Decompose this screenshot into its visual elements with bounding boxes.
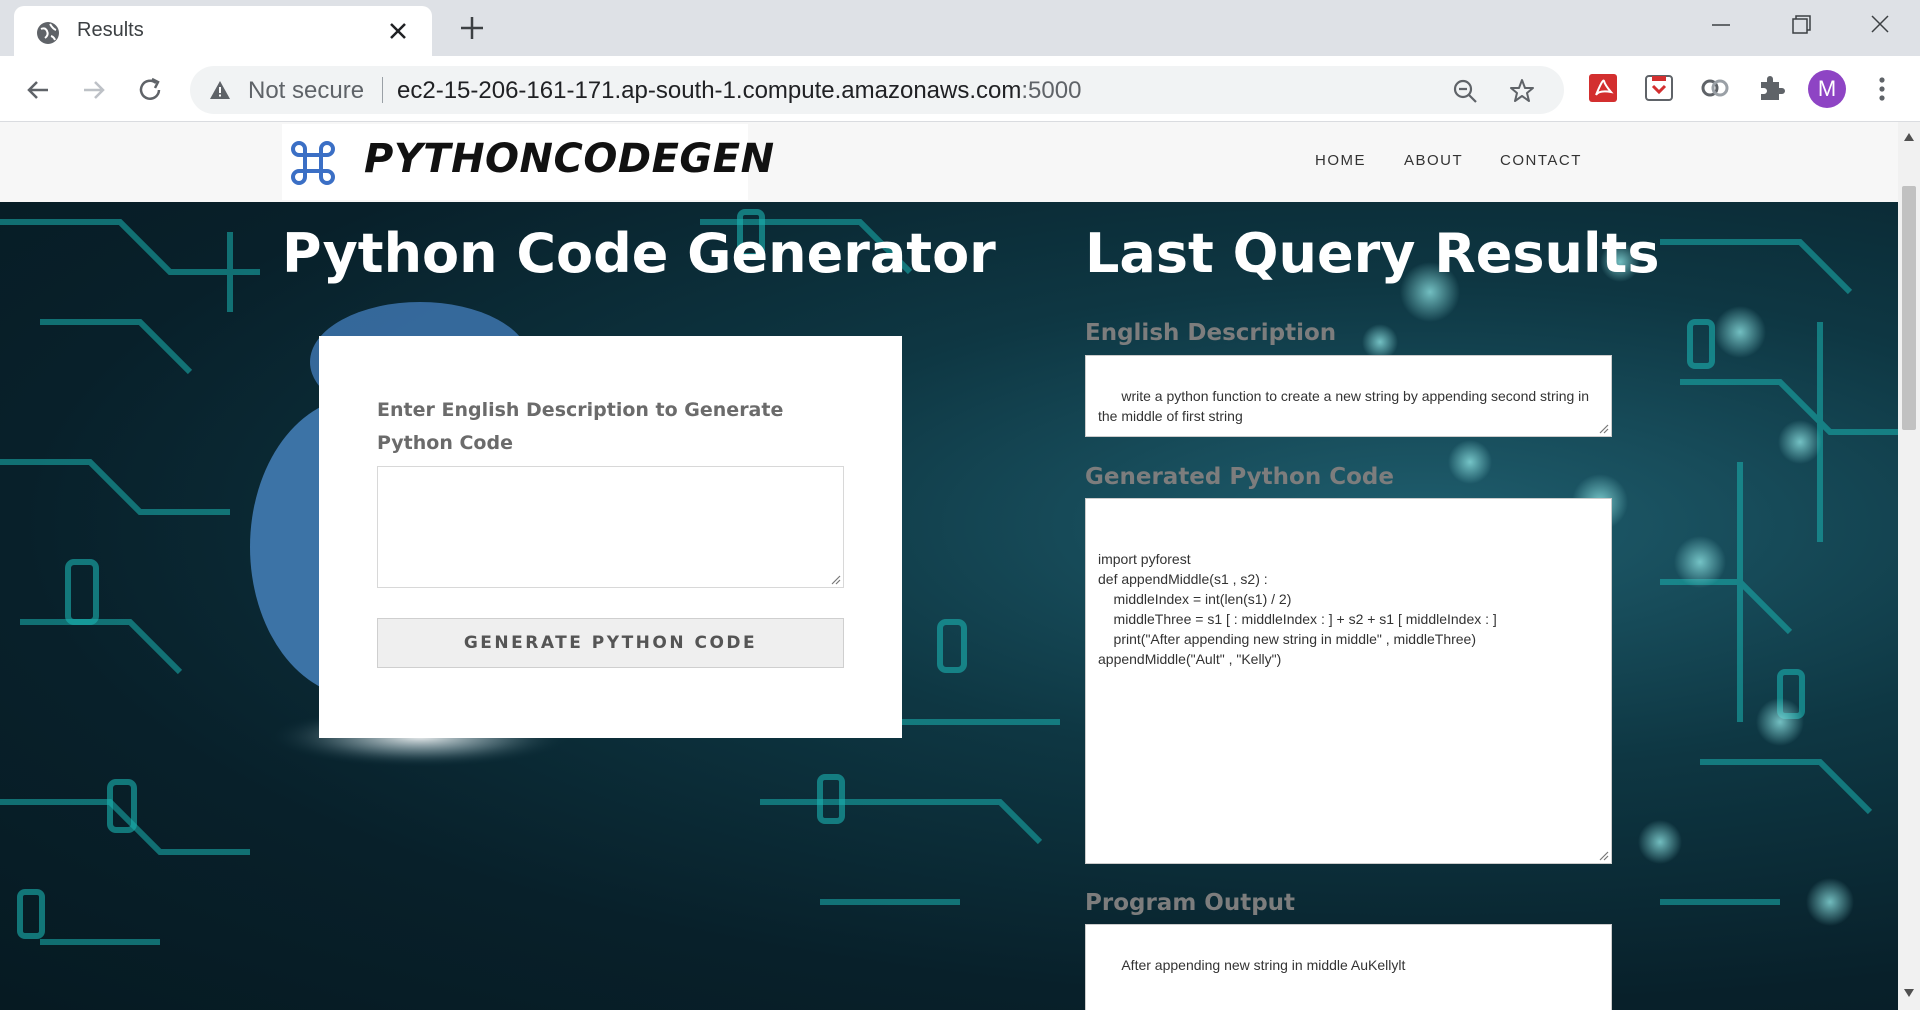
globe-icon xyxy=(37,22,59,44)
glasses-extension-icon[interactable] xyxy=(1699,72,1731,104)
description-input-label: Enter English Description to Generate Py… xyxy=(377,399,784,454)
nav-about[interactable]: ABOUT xyxy=(1404,152,1463,169)
divider xyxy=(382,77,383,103)
page-scrollbar[interactable] xyxy=(1898,122,1920,1010)
scroll-down-icon[interactable] xyxy=(1903,988,1915,998)
english-description-field[interactable]: write a python function to create a new … xyxy=(1085,355,1612,437)
scrollbar-thumb[interactable] xyxy=(1902,186,1916,430)
zoom-out-icon[interactable] xyxy=(1452,78,1478,104)
close-window-icon[interactable] xyxy=(1862,10,1898,40)
pdf-extension-icon[interactable] xyxy=(1587,72,1619,104)
generated-code-label: Generated Python Code xyxy=(1085,464,1394,490)
program-output-label: Program Output xyxy=(1085,890,1296,916)
command-key-icon xyxy=(291,141,335,185)
site-logo[interactable]: PYTHONCODEGEN xyxy=(282,124,774,200)
url-host: ec2-15-206-161-171.ap-south-1.compute.am… xyxy=(397,77,1022,104)
english-description-text: write a python function to create a new … xyxy=(1098,388,1593,424)
hero-section: Python Code Generator Last Query Results… xyxy=(0,202,1898,1010)
results-title: Last Query Results xyxy=(1085,222,1660,285)
generator-title: Python Code Generator xyxy=(282,222,996,285)
logo-text: PYTHONCODEGEN xyxy=(364,136,775,182)
program-output-text: After appending new string in middle AuK… xyxy=(1121,957,1406,973)
close-tab-icon[interactable] xyxy=(386,19,410,43)
browser-tab[interactable]: Results xyxy=(14,6,432,56)
page-viewport: PYTHONCODEGEN HOME ABOUT CONTACT Python … xyxy=(0,122,1898,1010)
english-description-label: English Description xyxy=(1085,320,1337,346)
scroll-up-icon[interactable] xyxy=(1903,132,1915,142)
security-label[interactable]: Not secure xyxy=(248,77,364,105)
back-icon[interactable] xyxy=(22,74,54,106)
description-input[interactable] xyxy=(377,466,844,588)
nav-home[interactable]: HOME xyxy=(1315,152,1366,169)
url-text[interactable]: ec2-15-206-161-171.ap-south-1.compute.am… xyxy=(397,77,1081,105)
shield-extension-icon[interactable] xyxy=(1643,72,1675,104)
warning-icon[interactable] xyxy=(208,78,232,102)
tab-title: Results xyxy=(77,19,144,41)
program-output-field[interactable]: After appending new string in middle AuK… xyxy=(1085,924,1612,1010)
minimize-icon[interactable] xyxy=(1703,10,1739,40)
restore-icon[interactable] xyxy=(1782,10,1818,40)
reload-icon[interactable] xyxy=(134,74,166,106)
generated-code-text: import pyforest def appendMiddle(s1 , s2… xyxy=(1098,551,1497,667)
resize-handle-icon[interactable] xyxy=(829,573,841,585)
url-port: :5000 xyxy=(1021,77,1082,104)
extensions-puzzle-icon[interactable] xyxy=(1755,72,1787,104)
address-bar[interactable]: Not secure ec2-15-206-161-171.ap-south-1… xyxy=(190,66,1564,114)
more-menu-icon[interactable] xyxy=(1870,74,1894,104)
bookmark-star-icon[interactable] xyxy=(1508,77,1536,105)
resize-handle-icon[interactable] xyxy=(1597,849,1609,861)
site-header: PYTHONCODEGEN HOME ABOUT CONTACT xyxy=(0,122,1898,202)
generated-code-field[interactable]: import pyforest def appendMiddle(s1 , s2… xyxy=(1085,498,1612,864)
browser-tab-strip: Results xyxy=(0,0,1920,56)
forward-icon[interactable] xyxy=(78,74,110,106)
nav-contact[interactable]: CONTACT xyxy=(1500,152,1582,169)
resize-handle-icon[interactable] xyxy=(1597,422,1609,434)
circuit-background xyxy=(0,209,1898,945)
profile-avatar[interactable]: M xyxy=(1808,70,1846,108)
new-tab-icon[interactable] xyxy=(458,14,486,42)
generator-card: Enter English Description to Generate Py… xyxy=(319,336,902,738)
generate-button[interactable]: GENERATE PYTHON CODE xyxy=(377,618,844,668)
browser-toolbar: Not secure ec2-15-206-161-171.ap-south-1… xyxy=(0,56,1920,122)
